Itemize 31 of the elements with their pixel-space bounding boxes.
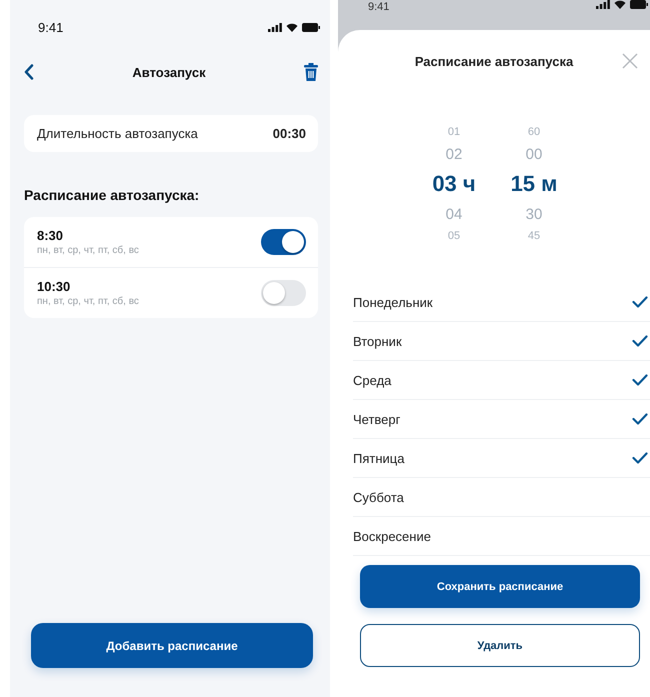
day-label: Воскресение — [353, 528, 431, 544]
schedule-days: пн, вт, ср, чт, пт, сб, вс — [37, 296, 139, 307]
section-heading: Расписание автозапуска: — [24, 187, 200, 203]
day-option[interactable]: Воскресение — [353, 517, 650, 556]
schedule-time: 8:30 — [37, 228, 64, 243]
day-label: Вторник — [353, 334, 402, 348]
add-schedule-button[interactable]: Добавить расписание — [31, 623, 313, 668]
schedule-time: 10:30 — [37, 279, 72, 294]
duration-value: 00:30 — [272, 126, 306, 141]
day-option[interactable]: Суббота — [353, 478, 650, 517]
day-option[interactable]: Вторник — [353, 322, 650, 361]
day-option[interactable]: Пятница — [353, 439, 650, 478]
delete-button[interactable]: Удалить — [360, 624, 640, 667]
day-label: Пятница — [353, 450, 404, 466]
day-label: Четверг — [353, 412, 400, 426]
schedule-days: пн, вт, ср, чт, пт, сб, вс — [37, 245, 139, 256]
duration-card[interactable]: Длительность автозапуска 00:30 — [24, 115, 318, 152]
day-option[interactable]: Понедельник — [353, 283, 650, 322]
picker-option[interactable]: 03 ч — [432, 167, 476, 201]
duration-label: Длительность автозапуска — [37, 126, 198, 141]
sheet-title: Расписание автозапуска — [414, 54, 574, 68]
day-label: Понедельник — [353, 294, 433, 310]
day-option[interactable]: Среда — [353, 361, 650, 400]
save-schedule-button[interactable]: Сохранить расписание — [360, 565, 640, 608]
day-label: Суббота — [353, 490, 404, 504]
screen-title: Автозапуск — [132, 64, 206, 80]
day-label: Среда — [353, 372, 392, 388]
status-time: 9:41 — [38, 20, 64, 34]
day-option[interactable]: Четверг — [353, 400, 650, 439]
picker-option[interactable]: 15 м — [510, 167, 558, 201]
status-time: 9:41 — [368, 0, 390, 14]
